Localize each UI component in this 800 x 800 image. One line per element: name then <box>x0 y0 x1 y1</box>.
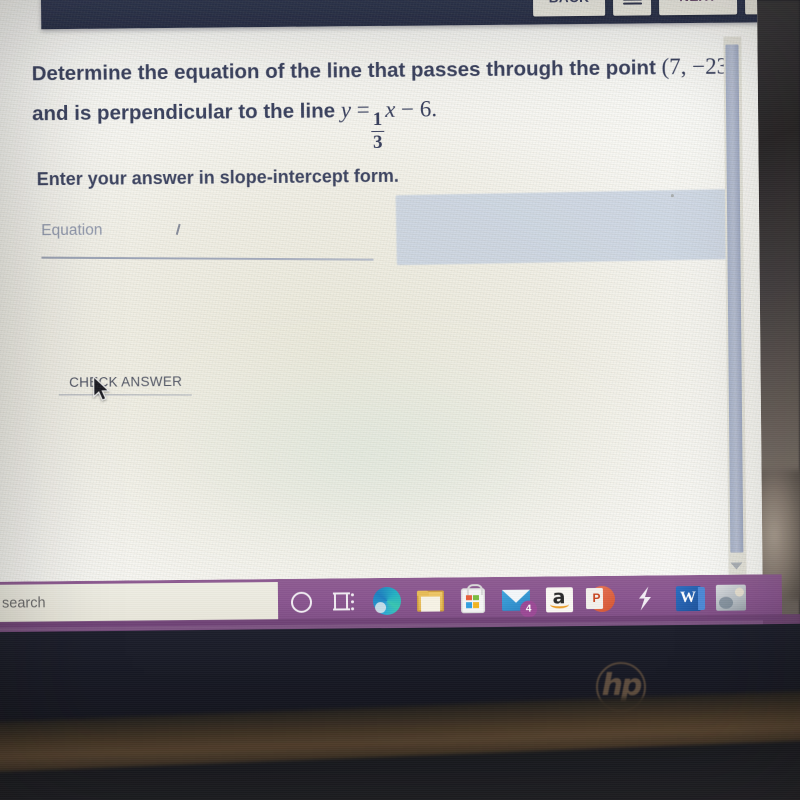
word-button[interactable]: W <box>673 583 703 613</box>
menu-button[interactable] <box>612 0 652 16</box>
question-line-1: Determine the equation of the line that … <box>32 54 736 87</box>
microsoft-store-icon <box>460 587 486 613</box>
powerpoint-button[interactable]: P <box>587 584 617 614</box>
mail-button[interactable]: 4 <box>501 585 538 618</box>
equation-input-label: Equation <box>41 221 103 240</box>
powerpoint-icon: P <box>588 585 616 613</box>
microsoft-store-button[interactable] <box>458 585 488 615</box>
instruction-text: Enter your answer in slope-intercept for… <box>36 165 399 190</box>
mail-unread-badge: 4 <box>519 600 538 618</box>
edge-button[interactable] <box>372 586 402 616</box>
question-text-b: and is perpendicular to the line <box>31 99 336 126</box>
math-y: y <box>340 97 352 123</box>
file-explorer-button[interactable] <box>415 585 445 615</box>
chevron-down-icon[interactable] <box>730 562 743 570</box>
file-explorer-icon <box>416 589 444 612</box>
back-button[interactable]: BACK <box>532 0 606 17</box>
photos-icon <box>715 584 747 611</box>
amazon-icon: a <box>545 586 573 612</box>
answer-preview-panel <box>395 189 729 266</box>
math-fraction-one-third: 13 <box>370 108 385 154</box>
laptop-screen: MAT 143 Geometry Question 6 of 8 BACK NE… <box>0 0 764 632</box>
fraction-numerator: 1 <box>372 108 383 130</box>
lightning-app-button[interactable] <box>630 583 660 613</box>
question-line-2: and is perpendicular to the line y = 1 3 x … <box>32 96 438 156</box>
search-input[interactable]: search <box>2 595 46 611</box>
screen-speck <box>670 194 674 198</box>
question-text-a: Determine the equation of the line that … <box>31 56 656 86</box>
taskbar-search-box[interactable]: search <box>0 582 279 623</box>
check-answer-underline <box>58 394 192 396</box>
fraction-denominator: 3 <box>372 132 383 154</box>
hamburger-menu-icon <box>622 0 642 5</box>
math-minus-six: − 6. <box>400 96 438 122</box>
cortana-icon <box>290 591 312 613</box>
equation-input-wrapper[interactable]: Equation <box>41 219 373 240</box>
math-equals: = <box>356 97 370 123</box>
photo-of-laptop-screen: MAT 143 Geometry Question 6 of 8 BACK NE… <box>0 0 800 800</box>
lightning-app-icon <box>638 586 651 611</box>
amazon-button[interactable]: a <box>544 584 574 614</box>
photos-button[interactable] <box>715 583 747 613</box>
equation-input-underline <box>41 256 374 261</box>
quiz-app: MAT 143 Geometry Question 6 of 8 BACK NE… <box>0 0 764 632</box>
microsoft-edge-icon <box>372 586 402 616</box>
powerpoint-letter: P <box>592 590 601 606</box>
task-view-button[interactable] <box>329 586 359 616</box>
check-answer-button[interactable]: CHECK ANSWER <box>61 368 191 396</box>
mail-icon: 4 <box>501 589 538 618</box>
task-view-icon <box>332 591 355 611</box>
math-x: x <box>385 96 396 122</box>
quiz-header: MAT 143 Geometry Question 6 of 8 BACK NE… <box>40 0 764 30</box>
cortana-button[interactable] <box>286 587 316 617</box>
word-icon: W <box>675 585 701 611</box>
next-button[interactable]: NEXT <box>658 0 738 16</box>
